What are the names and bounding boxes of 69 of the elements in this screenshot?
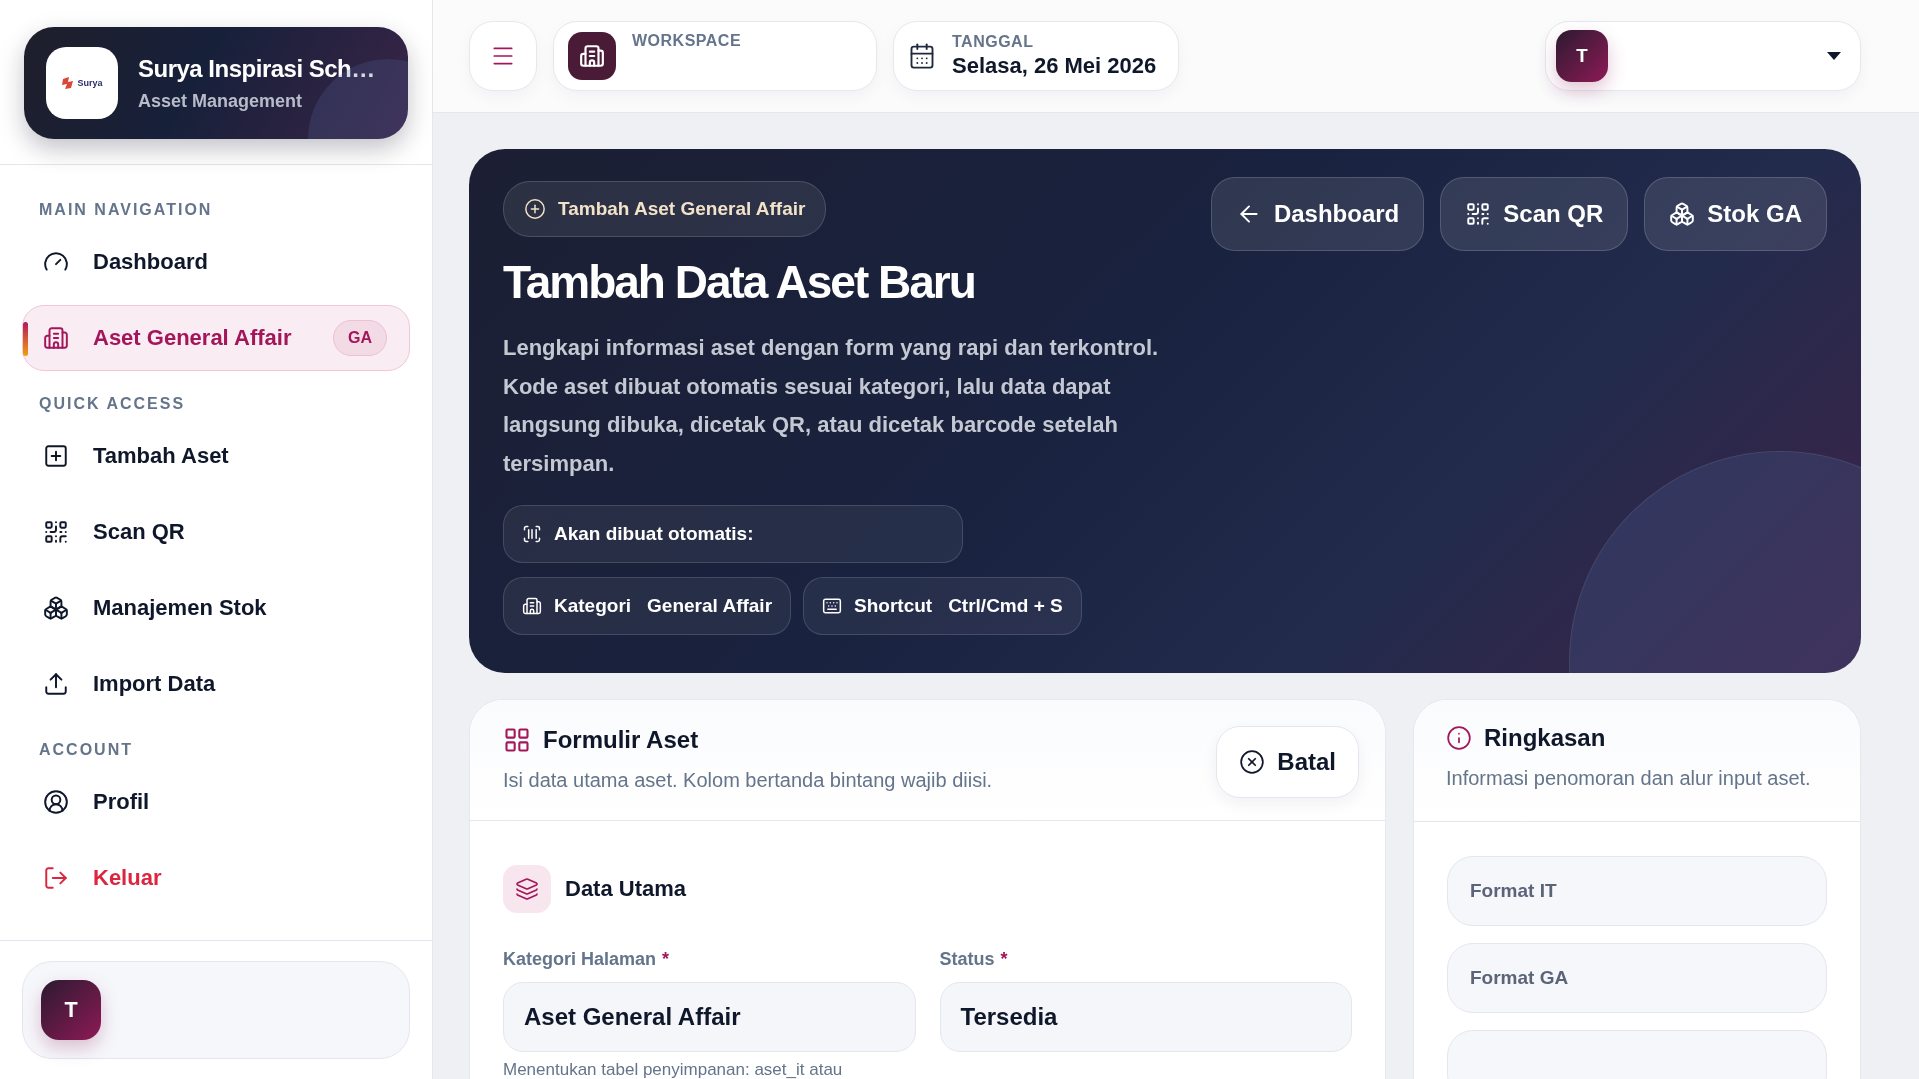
select-field[interactable]: Tersedia [939,982,1352,1052]
date-value: Selasa, 26 Mei 2026 [952,53,1157,79]
close-icon [1239,749,1266,775]
brand-title: Surya Inspirasi Sch… [138,54,375,83]
field-label: Kategori Halaman * [503,949,671,970]
summary-item: Format GA [1447,943,1827,1013]
select-field[interactable]: Aset General Affair [503,982,916,1052]
logout-icon [43,865,69,891]
field-label: Status * [939,949,1009,970]
grid-icon [503,726,531,754]
card-title: Ringkasan [1484,724,1606,752]
plus-circle-icon [524,198,546,220]
boxes-icon [1669,201,1696,227]
page-tag: Tambah Aset General Affair [503,181,827,237]
card-title: Formulir Aset [543,726,699,754]
building-icon [568,32,616,80]
sidebar-item[interactable]: Aset General Affair GA [22,305,410,371]
layers-icon [503,865,551,913]
barcode-icon [522,524,542,544]
sidebar-item[interactable]: Tambah Aset [22,423,410,489]
building-icon [43,325,69,351]
summary-item: Format IT [1447,856,1827,926]
user-card[interactable]: T [22,961,410,1059]
caret-icon [1826,51,1842,61]
chip-label: Kategori [554,595,632,617]
qr-code-icon [1465,201,1492,227]
building-icon [522,596,542,616]
boxes-icon [43,595,69,621]
avatar: T [1556,30,1608,82]
brand-subtitle: Asset Management [138,90,304,112]
page-title: Tambah Data Aset Baru [503,255,976,309]
plus-square-icon [43,443,69,469]
nav-section-heading: MAIN NAVIGATION [38,201,214,219]
hero-button[interactable]: Stok GA [1644,177,1827,251]
required-mark: * [662,949,670,969]
card-subtitle: Informasi penomoran dan alur input aset. [1446,766,1812,791]
sidebar-item[interactable]: Keluar [22,845,410,911]
menu-button[interactable] [469,21,537,91]
keyboard-icon [822,596,843,616]
badge: GA [333,320,387,356]
chip-label: Akan dibuat otomatis: [554,523,754,545]
card-subtitle: Isi data utama aset. Kolom bertanda bintang wajib diisi. [503,768,993,793]
user-dropdown[interactable]: T [1545,21,1861,91]
chip-label: Shortcut [854,595,933,617]
nav-section-heading: ACCOUNT [38,741,134,759]
calendar-icon [908,42,936,70]
info-icon [1446,725,1472,751]
sidebar-item[interactable]: Dashboard [22,229,410,295]
qr-code-icon [43,519,69,545]
section-title: Data Utama [565,876,687,902]
page-description: Lengkapi informasi aset dengan form yang rapi dan terkontrol. Kode aset dibuat otomatis sesuai kategori, lalu data dapat langsung dibuka, dicetak QR, atau dicetak barcode setelah tersimpan. [503,334,1160,478]
workspace-label: WORKSPACE [632,32,742,50]
cancel-button[interactable]: Batal [1216,726,1359,798]
nav-section-heading: QUICK ACCESS [38,395,187,413]
logo: Surya [46,47,118,119]
chip-value: General Affair [647,595,773,617]
avatar: T [41,980,101,1040]
chip-value: Ctrl/Cmd + S [948,595,1063,617]
sidebar-item[interactable]: Scan QR [22,499,410,565]
date-label: TANGGAL [952,33,1035,51]
field-hint: Menentukan tabel penyimpanan: aset_it atau [503,1060,844,1079]
upload-icon [43,671,69,697]
hero-button[interactable]: Scan QR [1440,177,1629,251]
user-circle-icon [43,789,69,815]
required-mark: * [1000,949,1008,969]
sidebar-item[interactable]: Profil [22,769,410,835]
sidebar-item[interactable]: Import Data [22,651,410,717]
sidebar-item[interactable]: Manajemen Stok [22,575,410,641]
hero-button[interactable]: Dashboard [1210,177,1425,251]
